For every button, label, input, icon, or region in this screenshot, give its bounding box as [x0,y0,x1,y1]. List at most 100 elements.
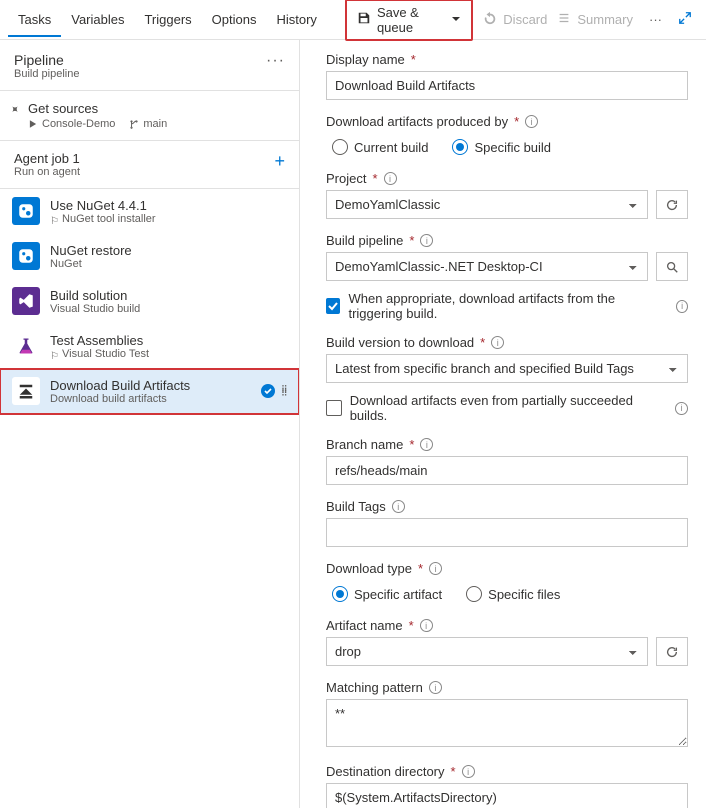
refresh-button[interactable] [656,190,688,219]
info-icon[interactable]: i [462,765,475,778]
task-title: Download Build Artifacts [50,378,251,393]
expand-icon[interactable] [678,11,692,28]
link-icon: ⚐ [50,216,59,227]
info-icon[interactable]: i [525,115,538,128]
task-title: NuGet restore [50,243,287,258]
discard-button: Discard [483,11,547,28]
pipeline-more-icon[interactable]: ··· [266,52,285,70]
link-icon: ⚐ [50,351,59,362]
build-version-label: Build version to download [326,335,474,350]
command-area: Save & queue Discard Summary ··· [345,0,706,41]
task-form: Display name * Download artifacts produc… [300,40,706,808]
check-icon [261,384,275,398]
radio-current-build[interactable]: Current build [332,139,428,155]
vs-icon [12,287,40,315]
info-icon[interactable]: i [384,172,397,185]
get-sources[interactable]: ✦ Get sources Console-Demo main [0,91,299,141]
project-label: Project [326,171,366,186]
dest-dir-input[interactable] [326,783,688,808]
branch-name-label: Branch name [326,437,403,452]
task-title: Use NuGet 4.4.1 [50,198,287,213]
flask-icon [12,332,40,360]
info-icon[interactable]: i [676,300,688,313]
info-icon[interactable]: i [392,500,405,513]
triggering-build-label: When appropriate, download artifacts fro… [348,291,668,321]
matching-pattern-label: Matching pattern [326,680,423,695]
info-icon[interactable]: i [420,234,433,247]
agent-job-title: Agent job 1 [14,151,80,166]
tab-tasks[interactable]: Tasks [8,2,61,37]
partial-succeeded-checkbox[interactable] [326,400,342,416]
info-icon[interactable]: i [420,619,433,632]
tab-variables[interactable]: Variables [61,2,134,37]
info-icon[interactable]: i [429,562,442,575]
radio-specific-artifact[interactable]: Specific artifact [332,586,442,602]
drag-handle-icon[interactable]: ⠿⠿ [281,387,287,395]
task-title: Test Assemblies [50,333,287,348]
dest-dir-label: Destination directory [326,764,445,779]
nuget-icon [12,197,40,225]
download-type-label: Download type [326,561,412,576]
pipeline-header[interactable]: Pipeline Build pipeline ··· [0,40,299,91]
project-select[interactable]: DemoYamlClassic [326,190,648,219]
branch-name: main [143,118,167,130]
branch-icon [129,119,139,129]
tab-triggers[interactable]: Triggers [134,2,201,37]
task-test-assemblies[interactable]: Test Assemblies ⚐ Visual Studio Test [0,324,299,369]
build-tags-input[interactable] [326,518,688,547]
info-icon[interactable]: i [429,681,442,694]
branch-tag: main [129,118,167,130]
build-tags-label: Build Tags [326,499,386,514]
summary-label: Summary [577,12,633,27]
top-tabbar: Tasks Variables Triggers Options History… [0,0,706,40]
discard-label: Discard [503,12,547,27]
chevron-down-icon [451,12,461,27]
task-build-solution[interactable]: Build solution Visual Studio build [0,279,299,324]
tab-options[interactable]: Options [202,2,267,37]
task-use-nuget[interactable]: Use NuGet 4.4.1 ⚐ NuGet tool installer [0,189,299,234]
undo-icon [483,11,497,28]
task-subtitle: NuGet [50,258,287,270]
save-and-queue-button[interactable]: Save & queue [345,0,473,41]
search-button[interactable] [656,252,688,281]
display-name-label: Display name [326,52,405,67]
branch-name-input[interactable] [326,456,688,485]
agent-job-subtitle: Run on agent [14,166,80,178]
partial-succeeded-label: Download artifacts even from partially s… [350,393,668,423]
source-icon: ✦ [7,102,23,118]
agent-job-header[interactable]: Agent job 1 Run on agent + [0,141,299,189]
triggering-build-checkbox[interactable] [326,298,340,314]
radio-specific-files[interactable]: Specific files [466,586,560,602]
artifact-name-select[interactable]: drop [326,637,648,666]
save-icon [357,11,371,28]
repo-tag: Console-Demo [28,118,115,130]
tab-history[interactable]: History [266,2,326,37]
task-subtitle: Visual Studio build [50,303,287,315]
tabs: Tasks Variables Triggers Options History [0,2,327,37]
task-title: Build solution [50,288,287,303]
pipeline-title: Pipeline [14,52,79,68]
build-pipeline-select[interactable]: DemoYamlClassic-.NET Desktop-CI [326,252,648,281]
artifact-name-label: Artifact name [326,618,403,633]
task-subtitle: Visual Studio Test [62,348,149,360]
task-download-artifacts[interactable]: Download Build Artifacts Download build … [0,369,299,414]
build-version-select[interactable]: Latest from specific branch and specifie… [326,354,688,383]
list-icon [557,11,571,28]
download-icon [12,377,40,405]
refresh-button[interactable] [656,637,688,666]
summary-button: Summary [557,11,633,28]
save-and-queue-label: Save & queue [377,5,445,35]
repo-icon [28,119,38,129]
more-commands-button[interactable]: ··· [643,8,668,31]
build-pipeline-label: Build pipeline [326,233,403,248]
display-name-input[interactable] [326,71,688,100]
repo-name: Console-Demo [42,118,115,130]
info-icon[interactable]: i [675,402,688,415]
add-task-button[interactable]: + [274,151,285,172]
pipeline-subtitle: Build pipeline [14,68,79,80]
info-icon[interactable]: i [491,336,504,349]
matching-pattern-input[interactable] [326,699,688,747]
task-nuget-restore[interactable]: NuGet restore NuGet [0,234,299,279]
radio-specific-build[interactable]: Specific build [452,139,551,155]
info-icon[interactable]: i [420,438,433,451]
